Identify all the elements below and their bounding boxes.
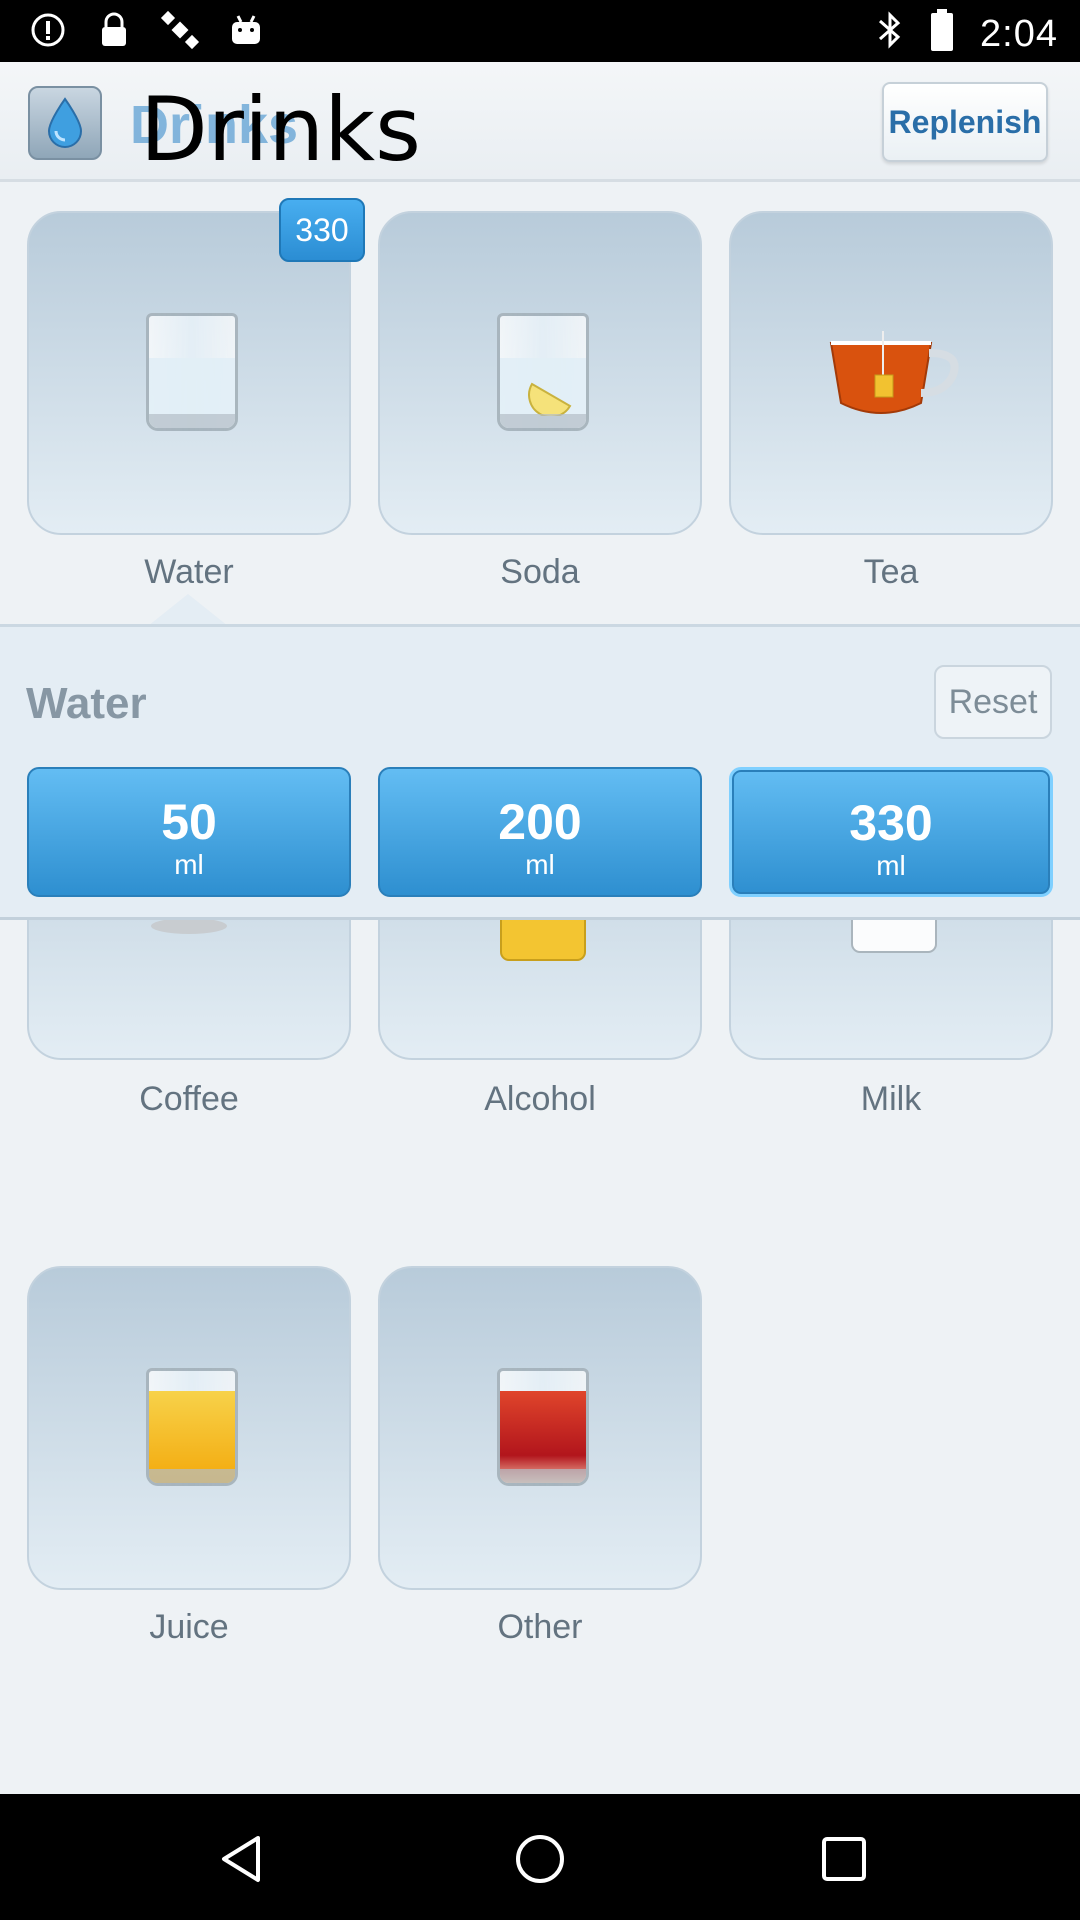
- drink-label-tea: Tea: [863, 553, 919, 591]
- battery-icon: [930, 8, 954, 61]
- drink-tile-other[interactable]: [378, 1266, 702, 1590]
- screen: 2:04 Drinks Drinks Replenish 330 Water S…: [0, 0, 1080, 1920]
- bluetooth-icon: [876, 10, 904, 59]
- water-count-badge: 330: [279, 198, 365, 262]
- replenish-button[interactable]: Replenish: [882, 82, 1048, 162]
- navigation-bar: [0, 1794, 1080, 1920]
- status-bar: 2:04: [0, 0, 1080, 62]
- satellite-icon: [160, 10, 200, 50]
- amount-unit: ml: [876, 850, 906, 881]
- amount-unit: ml: [525, 849, 555, 880]
- lock-icon: [94, 10, 134, 50]
- amount-button-50[interactable]: 50 ml: [27, 767, 351, 897]
- alert-icon: [28, 10, 68, 50]
- other-glass-icon: [497, 1368, 589, 1486]
- drink-tile-tea[interactable]: [729, 211, 1053, 535]
- drink-label-water: Water: [144, 553, 234, 591]
- soda-glass-icon: [497, 313, 589, 431]
- drink-label-soda: Soda: [500, 553, 580, 591]
- amount-value: 50: [161, 794, 217, 850]
- amount-value: 200: [498, 794, 582, 850]
- clock: 2:04: [980, 13, 1058, 55]
- drink-label-milk: Milk: [860, 1080, 922, 1118]
- drink-label-other: Other: [497, 1608, 583, 1646]
- drink-tile-soda[interactable]: [378, 211, 702, 535]
- app-bar: Drinks Drinks Replenish: [0, 62, 1080, 182]
- coffee-cup-icon: [151, 918, 227, 934]
- tea-cup-icon: [829, 331, 959, 414]
- amount-button-200[interactable]: 200 ml: [378, 767, 702, 897]
- water-drop-logo-icon[interactable]: [28, 86, 102, 160]
- amount-unit: ml: [174, 849, 204, 880]
- juice-glass-icon: [146, 1368, 238, 1486]
- back-icon[interactable]: [214, 1832, 268, 1886]
- home-icon[interactable]: [513, 1832, 567, 1886]
- recents-icon[interactable]: [817, 1832, 871, 1886]
- drink-label-coffee: Coffee: [139, 1080, 239, 1118]
- panel-pointer: [148, 594, 228, 626]
- amount-button-330[interactable]: 330 ml: [729, 767, 1053, 897]
- android-icon: [226, 10, 266, 50]
- reset-button[interactable]: Reset: [934, 665, 1052, 739]
- water-glass-icon: [146, 313, 238, 431]
- panel-title: Water: [26, 679, 147, 728]
- drink-label-juice: Juice: [149, 1608, 229, 1646]
- drink-label-alcohol: Alcohol: [484, 1080, 596, 1118]
- page-title: Drinks: [140, 78, 421, 181]
- amount-value: 330: [849, 795, 933, 851]
- amount-panel: Water Reset 50 ml 200 ml 330 ml: [0, 624, 1080, 920]
- drink-tile-juice[interactable]: [27, 1266, 351, 1590]
